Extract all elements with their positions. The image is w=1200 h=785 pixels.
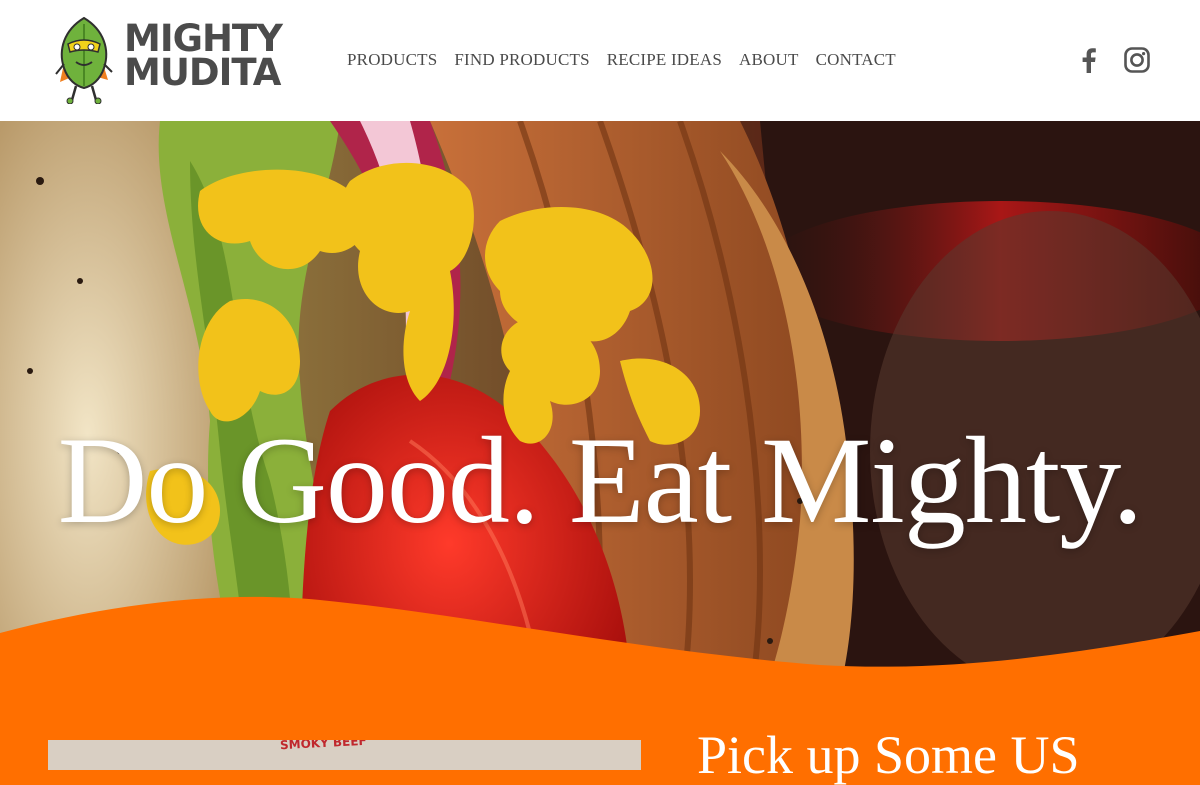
brand-logo[interactable]: MIGHTY MUDITA ™: [52, 16, 283, 104]
brand-wordmark: MIGHTY MUDITA: [124, 20, 283, 91]
trademark-symbol: ™: [200, 60, 207, 68]
site-header: MIGHTY MUDITA ™ PRODUCTS FIND PRODUCTS R…: [0, 0, 1200, 121]
facebook-icon[interactable]: [1076, 46, 1102, 74]
nav-contact[interactable]: CONTACT: [816, 50, 896, 70]
product-photo[interactable]: SMOKY BEEF: [48, 740, 641, 770]
social-links: [1076, 46, 1150, 74]
nav-about[interactable]: ABOUT: [739, 50, 799, 70]
nav-products[interactable]: PRODUCTS: [347, 50, 437, 70]
hero-section: Do Good. Eat Mighty.: [0, 121, 1200, 750]
main-nav: PRODUCTS FIND PRODUCTS RECIPE IDEAS ABOU…: [347, 50, 896, 70]
section-heading: Pick up Some US: [697, 725, 1080, 785]
instagram-icon[interactable]: [1124, 46, 1150, 74]
nav-recipe-ideas[interactable]: RECIPE IDEAS: [607, 50, 722, 70]
product-package-label: SMOKY BEEF: [279, 740, 368, 753]
hero-title: Do Good. Eat Mighty.: [57, 412, 1143, 549]
mudita-mascot-icon: [55, 16, 113, 104]
nav-find-products[interactable]: FIND PRODUCTS: [454, 50, 589, 70]
